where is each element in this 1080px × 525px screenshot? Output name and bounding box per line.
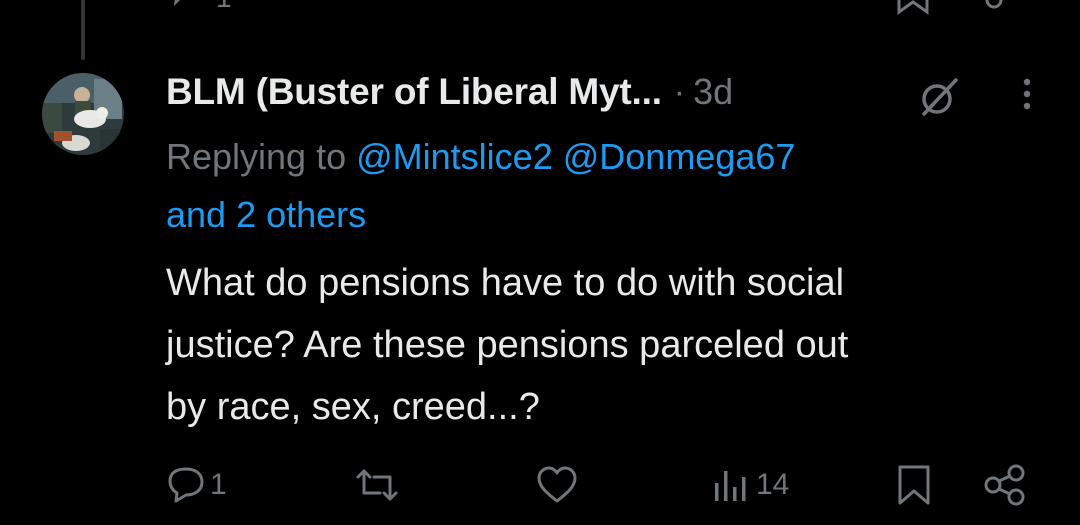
separator-dot: · [673,72,686,111]
replying-to: Replying to @Mintslice2 @Donmega67 and 2… [166,128,1026,244]
retweet-icon [356,469,398,501]
prev-reply-button[interactable]: 1 [168,0,238,19]
tweet-text-line: by race, sex, creed...? [166,386,540,428]
views-icon [715,471,746,501]
prev-retweet-button[interactable] [355,0,405,19]
retweet-icon [355,0,405,14]
reply-icon [168,467,204,503]
like-button[interactable] [536,455,578,515]
share-button[interactable] [982,455,1028,515]
views-icon [712,0,752,14]
display-name[interactable]: BLM (Buster of Liberal Myt... [166,71,662,113]
like-icon [537,466,577,503]
tweet-page: 1 5 [0,0,1080,525]
and-others-link[interactable]: and 2 others [166,194,366,235]
more-icon[interactable] [1012,76,1042,116]
timestamp[interactable]: 3d [693,71,733,113]
prev-bookmark-button[interactable] [893,0,933,23]
views-count: 14 [756,468,790,501]
mention-link[interactable]: @Donmega67 [563,136,796,177]
avatar[interactable] [42,73,124,155]
replying-to-label: Replying to [166,136,347,177]
bookmark-button[interactable] [894,455,934,515]
previous-tweet-actions: 1 5 [0,0,1080,18]
prev-views-button[interactable]: 5 [712,0,774,19]
prev-share-button[interactable] [984,0,1030,23]
like-icon [540,0,590,14]
mention-link[interactable]: @Mintslice2 [356,136,553,177]
thread-connector-line [81,0,85,60]
grok-icon[interactable] [916,74,962,120]
prev-reply-count: 1 [216,0,232,14]
tweet-text-line: What do pensions have to do with social [166,262,845,304]
share-icon [985,0,1003,9]
reply-button[interactable]: 1 [166,455,227,515]
reply-count: 1 [210,468,227,501]
prev-views-count: 5 [758,0,774,4]
retweet-button[interactable] [354,455,400,515]
tweet-text-line: justice? Are these pensions parceled out [166,324,849,366]
bookmark-icon [898,465,930,505]
share-icon [984,464,1025,506]
tweet-text: What do pensions have to do with social … [166,252,1046,438]
tweet-header: BLM (Buster of Liberal Myt... · 3d [166,64,733,120]
bookmark-icon [897,0,929,15]
views-button[interactable]: 14 [712,455,789,515]
tweet-actions: 1 14 [0,455,1080,515]
avatar-image [42,73,124,155]
prev-like-button[interactable] [540,0,590,19]
